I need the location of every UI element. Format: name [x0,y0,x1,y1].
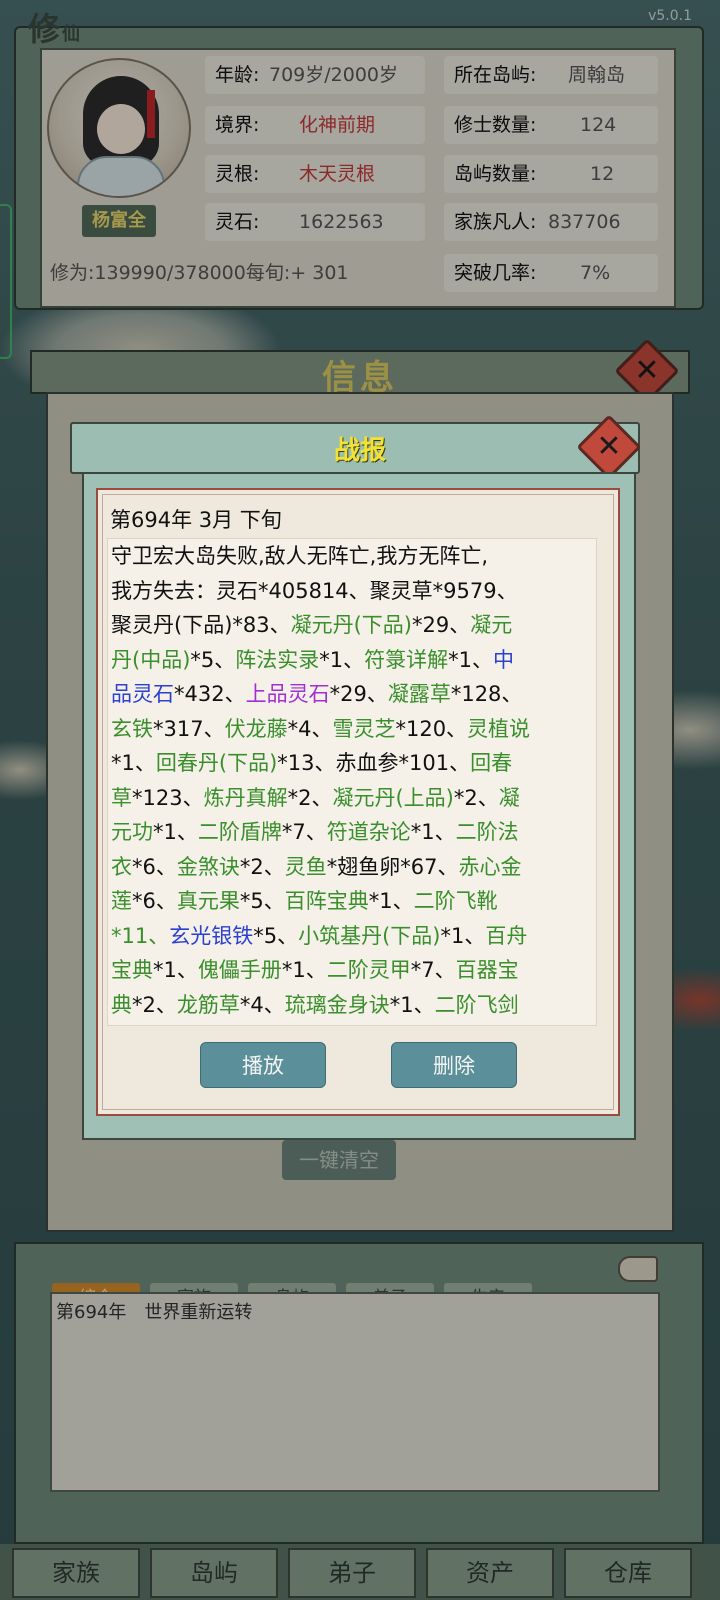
report-segment: 灵鱼 [284,854,327,879]
report-segment: 凝元丹(上品) [332,785,454,810]
report-segment: 二阶飞靴 [413,889,498,913]
report-segment: 草 [111,785,132,810]
report-segment: *317、 [153,716,225,741]
report-segment: 回春 [470,751,513,775]
report-line: 品灵石*432、上品灵石*29、凝露草*128、 [111,677,596,712]
report-segment: 典 [111,992,132,1017]
report-segment: *1、 [111,751,156,775]
report-segment: *5、 [253,923,299,948]
report-line: 元功*1、二阶盾牌*7、符道杂论*1、二阶法 [111,815,596,850]
report-segment: 回春丹(下品) [155,751,278,775]
report-segment: *123、 [132,785,204,810]
report-segment: 二阶灵甲 [326,958,411,982]
report-segment: *2、 [453,785,499,810]
report-segment: 炼丹真解 [203,785,288,810]
report-segment: *6、 [132,854,177,879]
report-line: 聚灵丹(下品)*83、凝元丹(下品)*29、凝元 [111,608,596,643]
report-segment: 二阶法 [455,820,519,844]
report-segment: *4、 [239,992,285,1017]
report-segment: *13、赤血参*101、 [277,751,471,775]
report-segment: 二阶飞剑 [434,992,519,1017]
report-line: 草*123、炼丹真解*2、凝元丹(上品)*2、凝 [111,781,596,816]
report-segment: *2、 [287,785,333,810]
report-segment: 赤心金 [458,854,522,879]
report-segment: 元功 [111,820,153,844]
report-segment: 守卫宏大岛失败,敌人无阵亡,我方无阵亡, [111,544,489,568]
report-segment: 百舟 [485,923,528,948]
report-segment: *1、 [153,958,198,982]
report-segment: *1、 [448,647,494,672]
report-segment: 凝元 [470,613,513,637]
report-segment: 莲 [111,889,132,913]
report-segment: 玄铁 [111,716,153,741]
report-segment: *翅鱼卵*67、 [326,854,459,879]
report-segment: 阵法实录 [235,647,320,672]
report-segment: 龙筋草 [176,992,240,1017]
report-line: 玄铁*317、伏龙藤*4、雪灵芝*120、灵植说 [111,712,596,747]
report-segment: *1、 [319,647,365,672]
report-segment: *2、 [132,992,177,1017]
report-segment: *1、 [153,820,198,844]
close-icon: ✕ [596,429,622,464]
report-segment: 丹(中品) [111,647,191,672]
report-segment: 凝元丹(下品) [290,613,412,637]
report-line: 丹(中品)*5、阵法实录*1、符箓详解*1、中 [111,643,596,678]
report-text-scroll[interactable]: 守卫宏大岛失败,敌人无阵亡,我方无阵亡, 我方失去：灵石*405814、聚灵草*9… [107,538,597,1026]
report-line: 莲*6、真元果*5、百阵宝典*1、二阶飞靴 [111,884,596,919]
report-segment: 百器宝 [455,958,519,982]
report-segment: *7、 [281,820,327,844]
report-line: 宝典*1、傀儡手册*1、二阶灵甲*7、百器宝 [111,953,596,988]
report-line: 守卫宏大岛失败,敌人无阵亡,我方无阵亡, [111,539,596,574]
report-segment: *29、 [329,682,388,706]
report-segment: *4、 [287,716,333,741]
report-line: *11、玄光银铁*5、小筑基丹(下品)*1、百舟 [111,919,596,954]
report-segment: *29、 [412,613,471,637]
report-line: *1、回春丹(下品)*13、赤血参*101、回春 [111,746,596,781]
play-button[interactable]: 播放 [200,1042,326,1088]
report-segment: 玄光银铁 [169,923,254,948]
report-segment: *1、 [440,923,486,948]
report-segment: 傀儡手册 [197,958,282,982]
report-segment: 伏龙藤 [224,716,288,741]
report-segment: 灵植说 [467,716,531,741]
report-segment: *1、 [281,958,327,982]
report-segment: 聚灵丹(下品)*83、 [111,613,291,637]
report-segment: *128、 [450,682,523,706]
delete-button[interactable]: 删除 [391,1042,517,1088]
report-segment: *5、 [190,647,236,672]
report-line: 衣*6、金煞诀*2、灵鱼*翅鱼卵*67、赤心金 [111,850,596,885]
report-segment: 真元果 [176,889,240,913]
report-segment: *11、 [111,923,170,948]
report-segment: *7、 [410,958,456,982]
report-segment: 金煞诀 [176,854,240,879]
report-segment: 小筑基丹(下品) [298,923,441,948]
report-segment: 品灵石 [111,682,174,706]
report-segment: 符道杂论 [326,820,411,844]
report-segment: *1、 [410,820,456,844]
report-segment: *432、 [174,682,246,706]
report-segment: *2、 [239,854,285,879]
report-line: 我方失去：灵石*405814、聚灵草*9579、 [111,574,596,609]
report-segment: 凝露草 [387,682,451,706]
report-segment: 雪灵芝 [332,716,396,741]
report-segment: 我方失去：灵石*405814、聚灵草*9579、 [111,578,518,603]
report-segment: 符箓详解 [364,647,449,672]
report-segment: *120、 [395,716,468,741]
report-segment: 凝 [498,785,520,810]
report-segment: *6、 [132,889,177,913]
report-segment: *1、 [368,889,414,913]
report-segment: *5、 [239,889,285,913]
report-segment: 二阶盾牌 [197,820,282,844]
report-segment: *1、 [389,992,435,1017]
report-segment: 衣 [111,854,132,879]
report-segment: 宝典 [111,958,153,982]
report-segment: 上品灵石 [245,682,330,706]
report-segment: 百阵宝典 [284,889,369,913]
report-segment: 琉璃金身诀 [284,992,390,1017]
report-date: 第694年 3月 下旬 [110,508,282,532]
report-line: 典*2、龙筋草*4、琉璃金身诀*1、二阶飞剑 [111,988,596,1023]
report-segment: 中 [493,647,515,672]
